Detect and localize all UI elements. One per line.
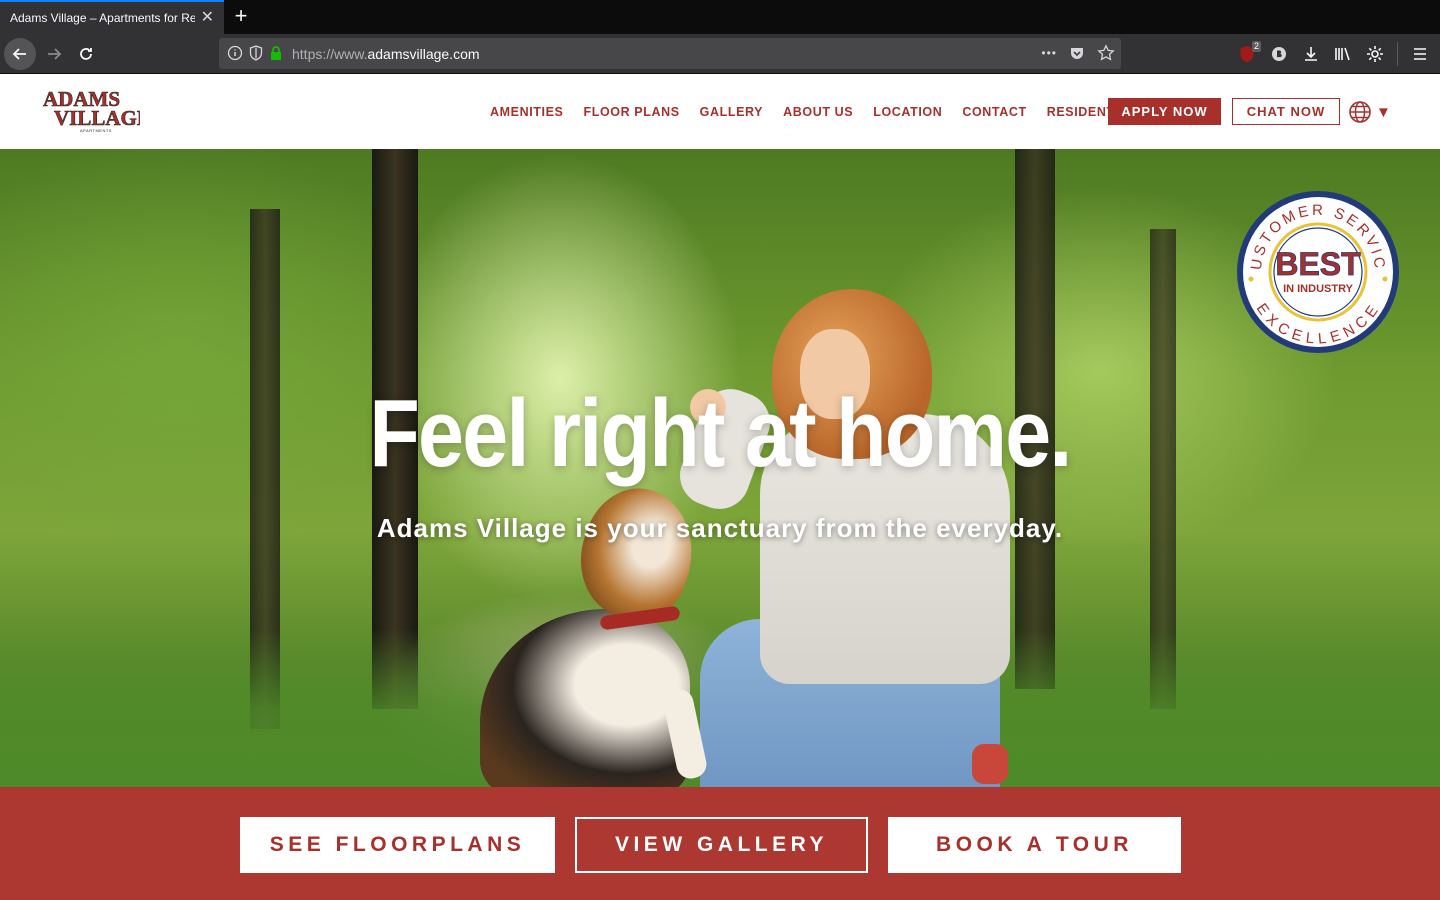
site-header: ADAMS VILLAGE APARTMENTS AMENITIES FLOOR… [0,74,1440,149]
logo-line-3: APARTMENTS [80,128,112,133]
nav-contact[interactable]: CONTACT [962,104,1026,119]
library-button[interactable] [1327,38,1359,70]
hero-subtitle: Adams Village is your sanctuary from the… [376,513,1064,543]
arrow-right-icon [48,48,62,60]
tab-title: Adams Village – Apartments for Ren [10,11,195,25]
url-bar[interactable]: https://www.adamsvillage.com ••• [219,38,1121,69]
language-selector[interactable]: ▼ [1348,100,1392,124]
reload-icon [80,48,92,60]
page-actions-icon[interactable]: ••• [1041,46,1057,60]
toolbar-separator [1397,42,1398,66]
logo-line-2: VILLAGE [54,106,140,130]
new-tab-button[interactable]: + [230,4,252,28]
settings-extension-button[interactable] [1359,38,1391,70]
arrow-left-icon [12,48,26,60]
logo-mark: ADAMS VILLAGE APARTMENTS [43,87,151,133]
url-text[interactable]: https://www.adamsvillage.com [292,46,480,62]
woman-shoe [972,744,1008,784]
bookmark-star-icon[interactable] [1097,44,1115,62]
tracking-shield-icon[interactable] [249,45,263,61]
menu-button[interactable] [1404,38,1436,70]
ublock-extension-button[interactable]: 2 [1231,38,1263,70]
cta-band: SEE FLOORPLANS VIEW GALLERY BOOK A TOUR [0,787,1440,900]
url-host: adamsvillage.com [367,46,480,62]
url-security-icons [227,45,283,61]
nav-about-us[interactable]: ABOUT US [783,104,853,119]
chevron-down-icon: ▼ [1376,103,1391,121]
reload-button[interactable] [70,38,102,70]
hero-banner: Feel right at home. Adams Village is you… [0,149,1440,787]
apply-now-button[interactable]: APPLY NOW [1108,98,1221,125]
book-a-tour-button[interactable]: BOOK A TOUR [888,817,1181,873]
chat-now-button[interactable]: CHAT NOW [1232,98,1340,125]
extension-badge: 2 [1251,41,1261,52]
b-circle-icon [1272,47,1286,61]
see-floorplans-button[interactable]: SEE FLOORPLANS [240,817,555,873]
view-gallery-button[interactable]: VIEW GALLERY [575,817,868,873]
back-button[interactable] [4,38,36,70]
customer-service-seal: CUSTOMER SERVICE EXCELLENCE BEST IN INDU… [1235,189,1399,353]
nav-floor-plans[interactable]: FLOOR PLANS [583,104,679,119]
globe-icon [1349,101,1371,123]
browser-toolbar: https://www.adamsvillage.com ••• 2 [0,34,1440,74]
close-tab-icon[interactable]: ✕ [201,10,214,26]
site-logo[interactable]: ADAMS VILLAGE APARTMENTS [40,86,151,138]
main-navigation: AMENITIES FLOOR PLANS GALLERY ABOUT US L… [480,74,1183,149]
url-prefix: https://www. [292,46,368,62]
download-icon [1305,47,1317,61]
nav-location[interactable]: LOCATION [873,104,942,119]
forward-button[interactable] [38,38,70,70]
seal-industry-text: IN INDUSTRY [1283,283,1354,295]
pocket-icon[interactable] [1069,45,1085,61]
downloads-button[interactable] [1295,38,1327,70]
toolbar-right: 2 [1231,34,1440,74]
info-icon[interactable] [227,45,243,61]
seal-best-text: BEST [1275,246,1361,282]
url-actions: ••• [1041,44,1115,62]
browser-tab-bar: Adams Village – Apartments for Ren ✕ + [0,0,1440,34]
b-extension-button[interactable] [1263,38,1295,70]
hero-title: Feel right at home. [369,380,1072,487]
hamburger-menu-icon [1414,48,1426,60]
library-icon [1335,47,1350,61]
nav-amenities[interactable]: AMENITIES [490,104,563,119]
browser-tab-active[interactable]: Adams Village – Apartments for Ren ✕ [0,0,224,34]
nav-gallery[interactable]: GALLERY [700,104,763,119]
lock-icon[interactable] [269,45,283,61]
gear-icon [1367,46,1383,62]
